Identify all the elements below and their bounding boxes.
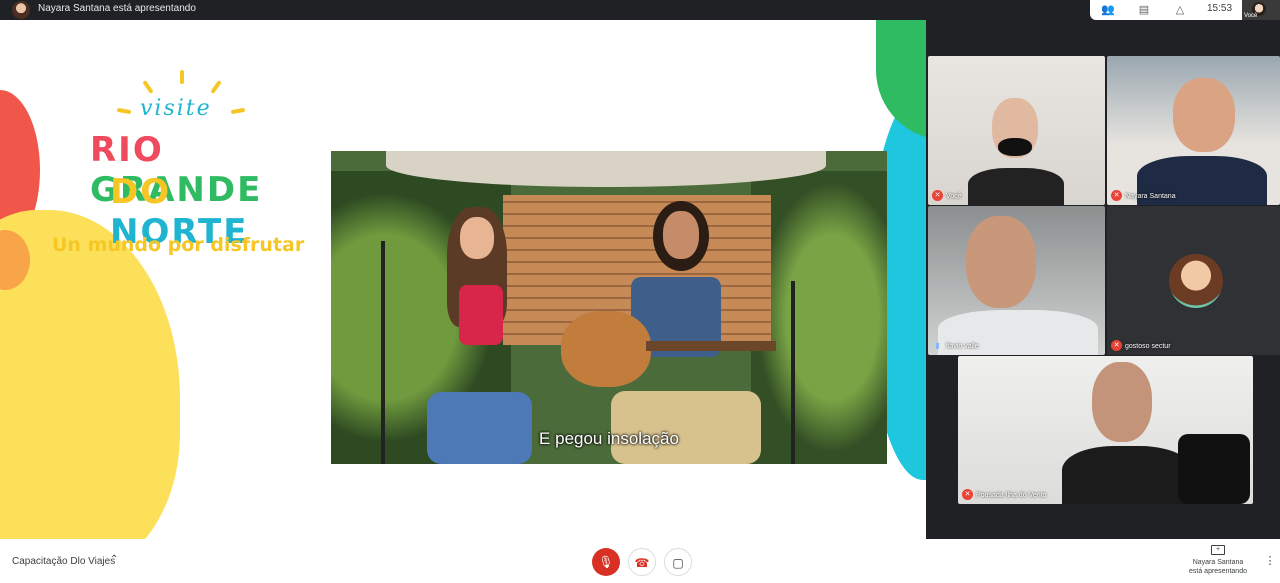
logo-word: DO (110, 172, 172, 212)
participant-tile[interactable]: ✕ gostoso sectur (1107, 206, 1280, 355)
chair (1178, 434, 1250, 504)
presenter-label: Nayara Santana está apresentando (38, 3, 196, 14)
camera-icon: ▢ (672, 556, 684, 570)
phone-hangup-icon: ☎ (634, 556, 650, 570)
mic-off-icon: 🎙 (598, 555, 614, 569)
mic-off-icon: ✕ (962, 489, 973, 500)
clock: 15:53 (1207, 3, 1233, 14)
participant-name: Nayara Santana (1125, 193, 1176, 200)
slogan: Un mundo por disfrutar (52, 234, 305, 256)
avatar (1173, 78, 1235, 152)
participant-tile[interactable]: ✕ Você (928, 56, 1105, 205)
participant-name: flavio valle (946, 343, 979, 350)
participant-name: Pousada Ilha do Vento (976, 492, 1047, 499)
leave-call-button[interactable]: ☎ (628, 548, 656, 576)
participant-name: Você (946, 193, 962, 200)
people-icon[interactable]: 👥 (1100, 2, 1116, 18)
singer-woman (427, 207, 537, 464)
presentation-slide: visite RIO GRANDE DO NORTE Un mundo por … (0, 20, 926, 539)
decorative-shape (876, 20, 926, 140)
more-options-icon[interactable]: ⋮ (1264, 554, 1276, 568)
self-view-thumbnail[interactable]: Você (1242, 0, 1280, 20)
self-label: Você (1244, 13, 1258, 19)
participant-tile[interactable]: ▮ flavio valle (928, 206, 1105, 355)
microphone-toggle-button[interactable]: 🎙 (592, 548, 620, 576)
bottom-bar: Capacitação Dlo Viajes ⌃ 🎙 ☎ ▢ + Nayara … (0, 539, 1280, 583)
mic-off-icon: ✕ (932, 190, 943, 201)
avatar (1169, 254, 1223, 308)
participant-body (1062, 446, 1192, 504)
guitar (561, 311, 651, 387)
activities-icon[interactable]: △ (1172, 2, 1188, 18)
logo-visite-text: visite (140, 96, 212, 121)
presenter-avatar (12, 1, 30, 19)
embedded-video[interactable]: E pegou insolação (331, 151, 887, 464)
mic-off-icon: ✕ (1111, 190, 1122, 201)
mic-active-icon: ▮ (935, 341, 940, 350)
participant-name: gostoso sectur (1125, 343, 1171, 350)
participant-tile[interactable]: ✕ Nayara Santana (1107, 56, 1280, 205)
chevron-up-icon[interactable]: ⌃ (110, 554, 118, 565)
logo-word: RIO (90, 130, 164, 170)
chat-icon[interactable]: ▤ (1136, 2, 1152, 18)
guitar-neck (646, 341, 776, 351)
mic-off-icon: ✕ (1111, 340, 1122, 351)
meeting-name[interactable]: Capacitação Dlo Viajes (12, 556, 115, 567)
avatar (966, 216, 1036, 308)
participant-body (968, 168, 1064, 205)
presenting-status-line1[interactable]: Nayara Santana (1180, 559, 1256, 566)
top-bar: Nayara Santana está apresentando 👥 ▤ △ 1… (0, 0, 1280, 20)
top-controls: 👥 ▤ △ 15:53 Você (1090, 0, 1280, 20)
face-mask (998, 138, 1032, 156)
present-screen-icon[interactable]: + (1211, 545, 1225, 555)
camera-toggle-button[interactable]: ▢ (664, 548, 692, 576)
presenting-status-line2[interactable]: está apresentando (1180, 568, 1256, 575)
avatar (1092, 362, 1152, 442)
video-subtitle: E pegou insolação (539, 429, 679, 448)
participant-tile[interactable]: ✕ Pousada Ilha do Vento (958, 356, 1253, 504)
